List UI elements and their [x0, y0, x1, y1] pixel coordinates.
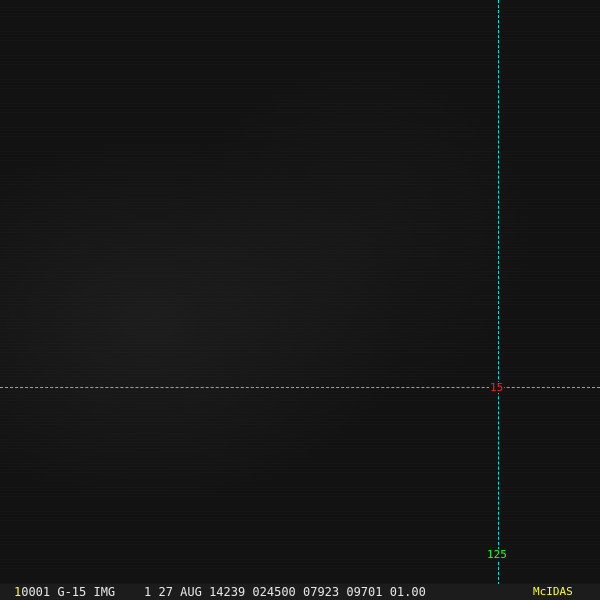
longitude-label: 125: [486, 548, 508, 561]
latitude-grid-line: [0, 387, 600, 388]
status-bar: 10001 G-15 IMG 1 27 AUG 14239 024500 079…: [0, 584, 600, 600]
longitude-grid-line: [498, 0, 499, 600]
image-info: 0001 G-15 IMG 1 27 AUG 14239 024500 0792…: [21, 585, 426, 599]
latitude-label: 15: [489, 381, 505, 394]
satellite-image[interactable]: [0, 0, 600, 584]
mcidas-display: 15 125 10001 G-15 IMG 1 27 AUG 14239 024…: [0, 0, 600, 600]
mcidas-logo: McIDAS: [533, 585, 573, 598]
